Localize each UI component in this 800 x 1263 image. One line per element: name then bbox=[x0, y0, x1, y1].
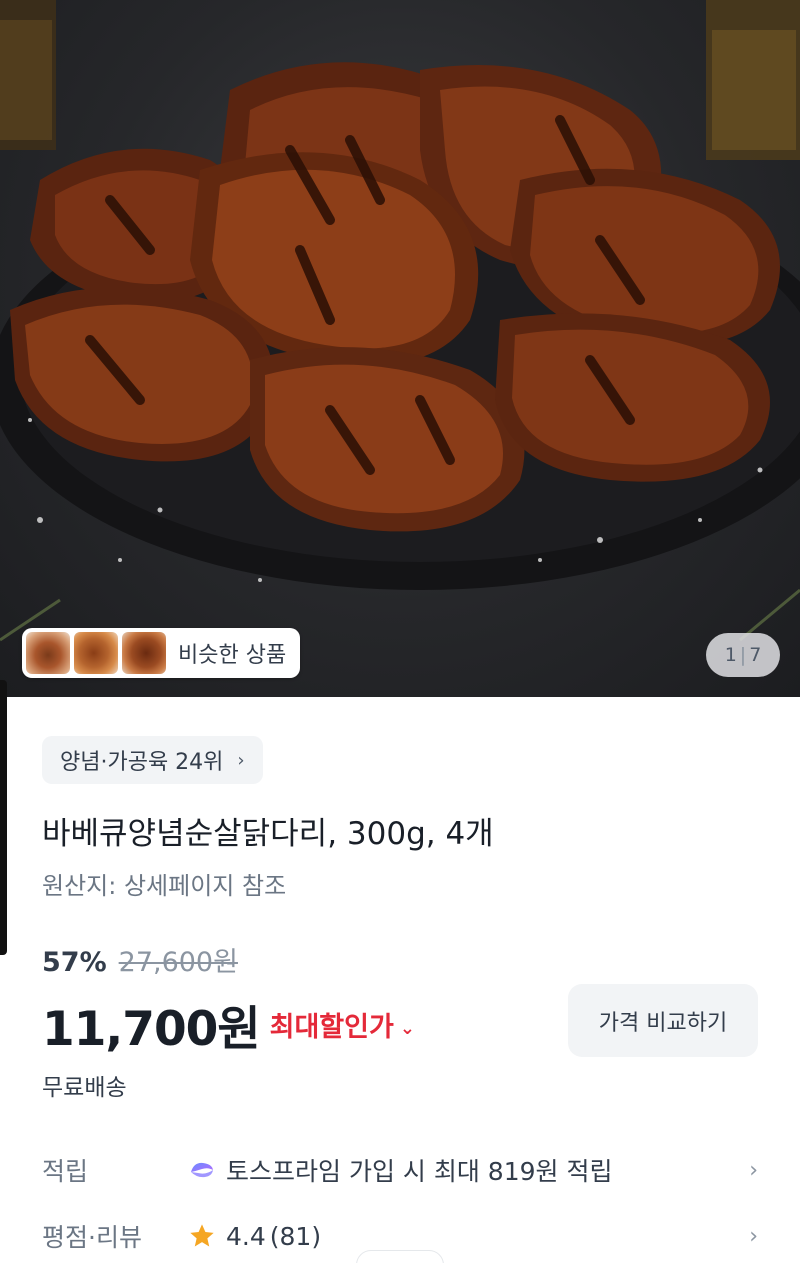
points-text: 토스프라임 가입 시 최대 819원 적립 bbox=[226, 1157, 613, 1186]
page-total: 7 bbox=[749, 644, 762, 666]
rating-label: 평점·리뷰 bbox=[42, 1223, 142, 1252]
rating-score: 4.4 bbox=[226, 1221, 266, 1251]
similar-product-thumbnail bbox=[122, 632, 166, 674]
discount-rate: 57% bbox=[42, 947, 107, 978]
image-page-counter: 1 | 7 bbox=[706, 633, 780, 677]
product-image-carousel[interactable]: 비슷한 상품 1 | 7 bbox=[0, 0, 800, 697]
similar-product-thumbnail bbox=[26, 632, 70, 674]
toss-prime-icon bbox=[191, 1162, 213, 1178]
original-price: 27,600원 bbox=[118, 947, 238, 978]
floating-pill[interactable] bbox=[356, 1250, 444, 1263]
star-icon bbox=[190, 1224, 214, 1247]
sale-price: 11,700원 bbox=[42, 1002, 261, 1057]
max-discount-label: 최대할인가 bbox=[269, 1012, 394, 1043]
similar-products-label: 비슷한 상품 bbox=[178, 643, 287, 668]
compare-price-button[interactable]: 가격 비교하기 bbox=[568, 984, 758, 1057]
page-separator: | bbox=[739, 644, 747, 666]
product-photo bbox=[0, 0, 800, 642]
page-current: 1 bbox=[724, 644, 737, 666]
chevron-right-icon: › bbox=[749, 1157, 758, 1183]
price-row: 11,700원 최대할인가 ⌄ bbox=[42, 990, 415, 1059]
similar-products-button[interactable]: 비슷한 상품 bbox=[22, 628, 301, 678]
category-rank-label: 양념·가공육 24위 bbox=[60, 750, 224, 775]
points-label: 적립 bbox=[42, 1157, 89, 1186]
max-discount-dropdown[interactable]: 최대할인가 ⌄ bbox=[270, 1005, 415, 1044]
product-origin: 원산지: 상세페이지 참조 bbox=[42, 872, 287, 900]
category-rank-chip[interactable]: 양념·가공육 24위 › bbox=[42, 736, 263, 784]
shipping-info: 무료배송 bbox=[42, 1075, 127, 1101]
chevron-right-icon: › bbox=[237, 749, 245, 771]
review-count: (81) bbox=[269, 1221, 322, 1251]
chevron-down-icon: ⌄ bbox=[399, 1018, 415, 1039]
discount-row: 57% 27,600원 bbox=[42, 940, 238, 979]
product-title: 바베큐양념순살닭다리, 300g, 4개 bbox=[42, 816, 494, 852]
chevron-right-icon: › bbox=[749, 1223, 758, 1249]
points-row[interactable]: 적립 토스프라임 가입 시 최대 819원 적립 › bbox=[42, 1148, 758, 1192]
similar-product-thumbnail bbox=[74, 632, 118, 674]
scroll-indicator[interactable] bbox=[0, 680, 7, 955]
